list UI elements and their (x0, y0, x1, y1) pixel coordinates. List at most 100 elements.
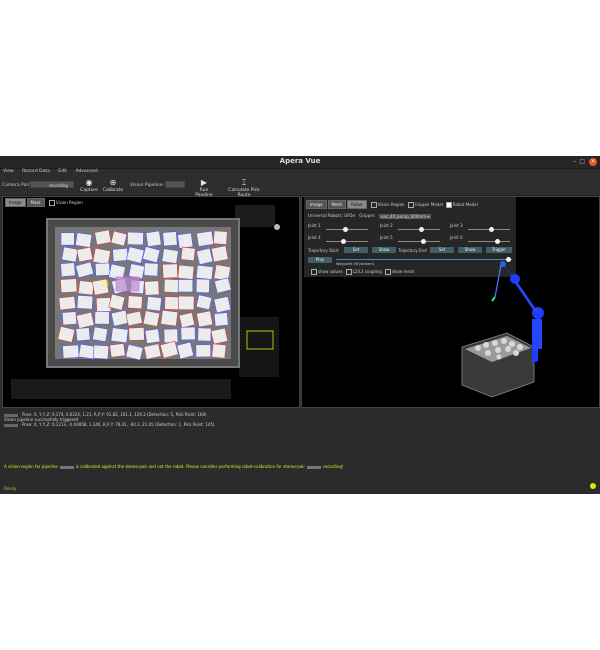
detected-item (210, 327, 229, 345)
detected-item (92, 344, 110, 360)
toolbar: Camera Pair: recording ◉ Capture ⊕ Calib… (0, 177, 600, 198)
maximize-icon[interactable]: □ (579, 158, 585, 165)
camera-pair-label: Camera Pair: (2, 183, 31, 188)
detected-item (143, 262, 159, 277)
image-panel[interactable]: Image Mask Vision Region (2, 196, 300, 408)
detected-item (110, 327, 129, 344)
detected-item (163, 328, 179, 344)
detected-item (195, 264, 214, 280)
log-line: Pose: X, Y,Y,Z: 0.1213, -0.04858, 1.240,… (4, 422, 215, 427)
run-pipeline-button[interactable]: ▶ Run Pipeline (191, 178, 217, 198)
detected-item (91, 278, 110, 296)
menu-bar: View Record Data Edit Advanced (0, 169, 600, 177)
detected-item (161, 248, 179, 264)
capture-button[interactable]: ◉ Capture (76, 178, 102, 193)
detected-item (160, 309, 179, 327)
detected-item (196, 247, 214, 266)
detected-item (60, 262, 76, 278)
detected-item (76, 246, 94, 263)
detected-item (145, 230, 162, 248)
warning-message: A vision-region for pipeline is calibrate… (4, 464, 344, 469)
detected-item (92, 247, 112, 266)
detected-item (162, 263, 179, 279)
title-bar: Apera Vue – □ × (0, 156, 600, 169)
point-cloud-bin (461, 332, 535, 398)
detected-item (163, 278, 179, 293)
detected-item (61, 246, 79, 263)
detected-item (144, 328, 161, 344)
calculate-pick-route-button[interactable]: ⌶ Calculate Pick Route (224, 178, 264, 198)
menu-record-data[interactable]: Record Data (22, 169, 50, 174)
detected-item (210, 245, 229, 263)
minimize-icon[interactable]: – (573, 158, 576, 165)
detected-item (213, 296, 232, 314)
detected-item (61, 311, 78, 326)
detected-item (196, 230, 215, 247)
detected-item (178, 295, 195, 311)
detected-item (92, 326, 109, 343)
detected-item (212, 230, 228, 245)
detected-item (195, 294, 213, 311)
menu-edit[interactable]: Edit (58, 169, 67, 174)
detected-item (77, 280, 95, 296)
detected-item (60, 232, 75, 246)
capture-label: Capture (80, 188, 98, 193)
detected-item (177, 264, 195, 280)
detected-item (143, 343, 162, 360)
detected-item (146, 296, 162, 312)
detected-item (180, 326, 196, 341)
menu-view[interactable]: View (3, 169, 14, 174)
vision-pipeline-label: Vision Pipeline: (130, 183, 164, 188)
crosshair-icon: ⊕ (109, 178, 117, 187)
detected-item (94, 311, 110, 325)
calibrate-label: Calibrate (102, 188, 124, 193)
detected-item (213, 312, 229, 327)
log-timestamp (4, 423, 18, 427)
console: Pose: X, Y,Y,Z: 9.174, 0.0324, 1.21, R,P… (0, 408, 600, 494)
detected-item (197, 327, 212, 342)
camera-image (11, 205, 280, 399)
status-indicator (590, 483, 596, 489)
detected-item (60, 278, 78, 294)
detected-item (127, 295, 143, 310)
calibrate-button[interactable]: ⊕ Calibrate (100, 178, 126, 193)
detected-item (211, 343, 227, 359)
detected-item (177, 279, 194, 293)
detected-item (196, 310, 214, 328)
detected-item (75, 327, 91, 342)
detected-item (125, 310, 143, 327)
detected-item (58, 295, 77, 311)
menu-advanced[interactable]: Advanced (75, 169, 97, 174)
detected-item (176, 341, 195, 360)
detected-item (177, 232, 194, 249)
robot-3d-view (461, 261, 544, 398)
detected-item (76, 294, 94, 310)
app-window: Apera Vue – □ × View Record Data Edit Ad… (0, 156, 600, 494)
detected-item (162, 231, 178, 247)
detected-item (112, 248, 129, 262)
vision-pipeline-select[interactable] (165, 181, 185, 188)
camera-pair-select[interactable]: recording (30, 181, 74, 188)
detected-item (195, 344, 212, 358)
detected-item (94, 229, 112, 246)
status-text: Ready (4, 486, 17, 491)
robot-panel[interactable]: Image Mesh Robot Vision Region Gripper Model… (301, 196, 600, 408)
camera-icon: ◉ (85, 178, 93, 187)
detected-item (144, 280, 160, 296)
detected-item (94, 262, 111, 277)
detected-item (195, 278, 210, 294)
camera-pair-value: recording (49, 183, 68, 188)
detected-item (180, 246, 196, 262)
detected-item (75, 232, 93, 248)
detected-item (109, 343, 126, 358)
detected-item (110, 309, 129, 327)
detected-item (142, 310, 161, 327)
stereo-pair-name-redacted (307, 465, 322, 469)
close-icon[interactable]: × (589, 158, 597, 166)
detected-item (178, 312, 196, 329)
detected-item (95, 297, 112, 313)
detected-item (108, 293, 126, 311)
pipeline-name-redacted (59, 465, 74, 469)
selected-pick-item (115, 276, 140, 292)
route-icon: ⌶ (241, 178, 247, 187)
